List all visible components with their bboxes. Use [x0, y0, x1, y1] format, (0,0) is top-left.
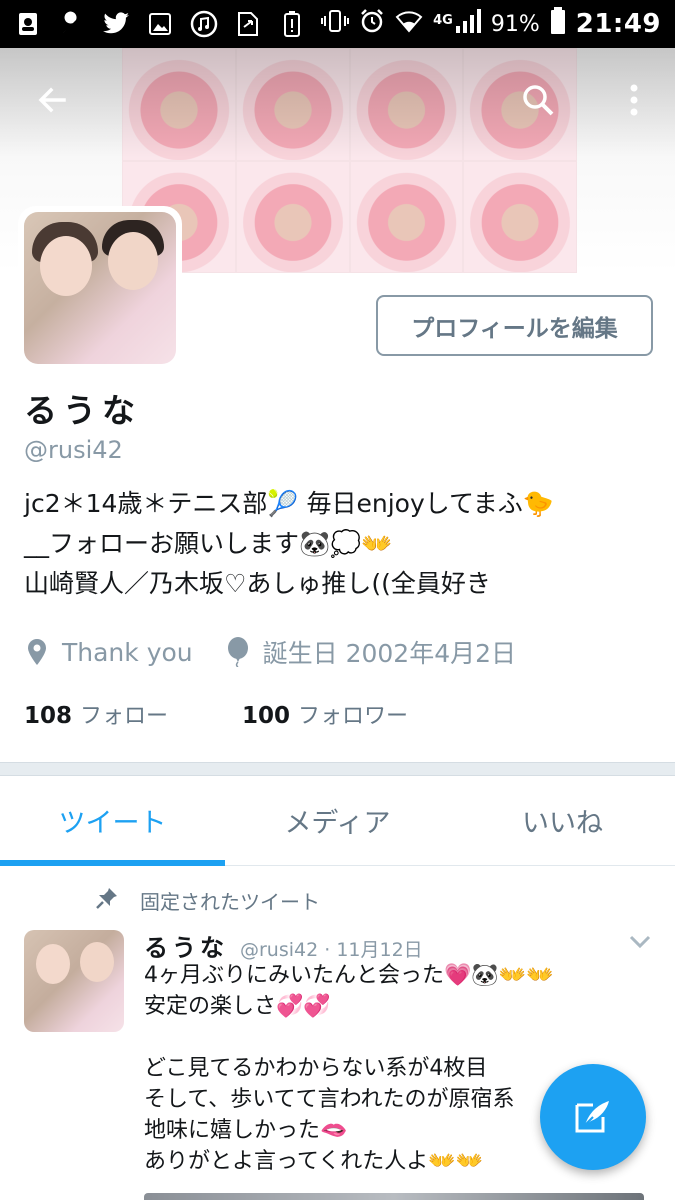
battery-icon	[550, 7, 566, 41]
search-icon	[523, 85, 554, 116]
tweet-header: るうな @rusi42 · 11月12日	[144, 928, 423, 963]
tweet-media-preview[interactable]	[144, 1193, 644, 1200]
tab-likes[interactable]: いいね	[450, 776, 675, 865]
music-icon	[190, 10, 218, 38]
battery-alert-icon	[278, 10, 306, 38]
tweet-avatar[interactable]	[24, 930, 124, 1032]
followers-count-link[interactable]: 100 フォロワー	[242, 698, 408, 730]
compose-tweet-icon	[575, 1101, 609, 1133]
balloon-icon	[225, 637, 251, 667]
tweet-menu-button[interactable]	[628, 934, 658, 960]
avatar-image	[24, 212, 176, 364]
tweet-author-name[interactable]: るうな	[144, 928, 228, 963]
tab-tweets[interactable]: ツイート	[0, 776, 225, 866]
wrench-icon	[58, 10, 86, 38]
chevron-down-icon	[629, 935, 651, 949]
back-button[interactable]	[26, 74, 78, 126]
compose-tweet-button[interactable]	[540, 1064, 646, 1170]
profile-name: るうな	[24, 391, 141, 430]
pin-icon	[96, 887, 118, 914]
bio-line: jc2＊14歳＊テニス部🎾 毎日enjoyしてまふ🐤	[24, 489, 554, 518]
tab-media[interactable]: メディア	[225, 776, 450, 865]
wifi-icon	[395, 9, 423, 39]
banner-tile	[235, 160, 350, 273]
profile-avatar[interactable]	[18, 206, 182, 370]
bio-line: __フォローお願いします🐼💭👐	[24, 529, 393, 558]
profile-tabs: ツイート メディア いいね	[0, 776, 675, 866]
clock-time: 21:49	[575, 9, 661, 39]
twitter-bird-icon	[102, 10, 130, 38]
profile-location: Thank you	[62, 637, 193, 667]
banner-tile	[463, 160, 577, 273]
edit-profile-button[interactable]: プロフィールを編集	[376, 295, 653, 356]
tweet-line: 4ヶ月ぶりにみいたんと会った💗🐼👐👐	[144, 963, 554, 988]
section-divider	[0, 762, 675, 776]
pinned-label: 固定されたツイート	[140, 890, 320, 914]
pinned-indicator: 固定されたツイート	[96, 886, 320, 915]
follow-counts: 108 フォロー 100 フォロワー	[24, 698, 408, 730]
alarm-icon	[359, 8, 385, 40]
profile-handle: @rusi42	[24, 436, 123, 464]
bio-line: 山崎賢人／乃木坂♡あしゅ推し((全員好き	[24, 569, 491, 598]
network-type-label: 4G	[433, 13, 453, 28]
header-fade	[0, 48, 675, 158]
signal-icon	[455, 8, 481, 40]
banner-tile	[349, 160, 464, 273]
following-count-link[interactable]: 108 フォロー	[24, 698, 242, 730]
more-options-button[interactable]	[608, 74, 660, 126]
contacts-icon	[14, 10, 42, 38]
following-label: フォロー	[80, 704, 169, 729]
profile-meta: Thank you 誕生日 2002年4月2日	[24, 634, 516, 670]
tweet-line	[144, 1022, 644, 1053]
profile-birthday: 誕生日 2002年4月2日	[262, 639, 517, 668]
vibrate-icon	[321, 8, 350, 40]
status-bar: 4G 91% 21:49	[0, 0, 675, 48]
image-icon	[146, 10, 174, 38]
following-count: 108	[24, 703, 73, 729]
profile-bio: jc2＊14歳＊テニス部🎾 毎日enjoyしてまふ🐤 __フォローお願いします🐼…	[24, 484, 654, 604]
file-transfer-icon	[234, 10, 262, 38]
search-button[interactable]	[512, 74, 564, 126]
location-pin-icon	[24, 637, 50, 667]
tweet-line: 安定の楽しさ💞💞	[144, 994, 331, 1019]
tweet-handle-date: @rusi42 · 11月12日	[240, 939, 423, 961]
arrow-back-icon	[38, 87, 66, 113]
battery-percent: 91%	[490, 11, 540, 37]
more-vert-icon	[630, 84, 638, 116]
followers-label: フォロワー	[298, 704, 409, 729]
followers-count: 100	[242, 703, 291, 729]
